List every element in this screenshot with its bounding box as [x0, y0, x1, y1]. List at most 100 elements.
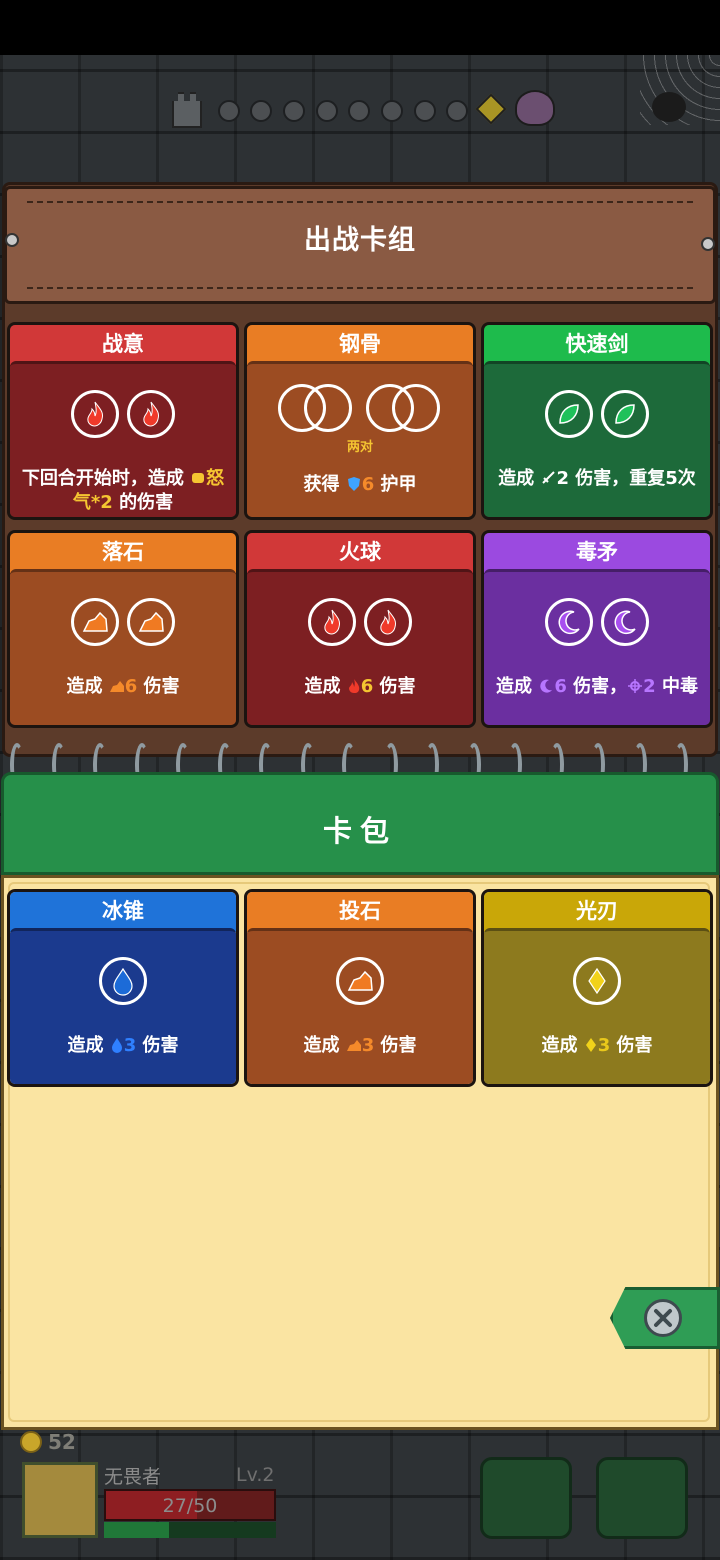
card-title: 光刃: [484, 892, 710, 932]
close-icon[interactable]: [644, 1299, 682, 1337]
fire-icon: [347, 678, 361, 700]
card-deck-1[interactable]: 钢骨两对获得 6 护甲: [244, 322, 476, 520]
card-deck-3[interactable]: 落石造成 6 伤害: [7, 530, 239, 728]
card-value: 3: [361, 1035, 375, 1056]
avatar[interactable]: [22, 1462, 98, 1538]
card-body: 造成 2 伤害，重复5次: [484, 361, 710, 517]
cards-button[interactable]: [596, 1457, 688, 1539]
water-drop-icon: [99, 957, 147, 1005]
card-value: 6: [360, 676, 374, 697]
card-text: 造成: [496, 676, 539, 697]
card-value: 6: [554, 676, 567, 697]
deck-title: 出战卡组: [304, 225, 416, 256]
card-deck-5[interactable]: 毒矛 造成 6 伤害， 2 中毒: [481, 530, 713, 728]
card-deck-4[interactable]: 火球造成 6 伤害: [244, 530, 476, 728]
ring-pair-icon: [366, 384, 442, 434]
diamond-icon: [573, 957, 621, 1005]
card-description: 下回合开始时，造成 怒气*2 的伤害: [16, 468, 230, 514]
card-text: 下回合开始时，造成: [21, 468, 191, 489]
card-text: 造成: [303, 1035, 346, 1056]
card-deck-0[interactable]: 战意 下回合开始时，造成 怒气*2 的伤害: [7, 322, 239, 520]
card-text: 伤害，重复5次: [569, 468, 696, 489]
fire-icon: [308, 598, 356, 646]
card-description: 造成 6 伤害， 2 中毒: [490, 676, 704, 700]
card-description: 造成 6 伤害: [253, 676, 467, 700]
card-text: 获得: [303, 474, 346, 495]
card-body: 造成 3 伤害: [10, 928, 236, 1084]
card-body: 下回合开始时，造成 怒气*2 的伤害: [10, 361, 236, 517]
card-text: 伤害: [610, 1035, 653, 1056]
xp-bar: [104, 1522, 276, 1538]
card-cost-icons: [10, 957, 236, 1005]
card-cost-icons: [247, 957, 473, 1005]
pack-title: 卡包: [322, 814, 397, 848]
gold-display: 52: [20, 1430, 76, 1454]
card-cost-icons: [484, 598, 710, 646]
stage-dot: [250, 100, 272, 122]
card-subtext: 两对: [346, 440, 373, 455]
fire-icon: [127, 390, 175, 438]
moon-icon: [545, 598, 593, 646]
card-value: 3: [123, 1035, 137, 1056]
card-value: 6: [124, 676, 138, 697]
fire-icon: [364, 598, 412, 646]
hp-text: 27/50: [162, 1495, 218, 1517]
sword-icon: [540, 470, 556, 492]
rock-icon: [336, 957, 384, 1005]
card-text: 伤害，: [566, 676, 628, 697]
card-text: 伤害: [374, 1035, 417, 1056]
card-value: 2: [556, 468, 569, 489]
card-description: 造成 3 伤害: [253, 1035, 467, 1059]
card-text: 护甲: [374, 474, 417, 495]
card-body: 造成 6 伤害， 2 中毒: [484, 569, 710, 725]
card-description: 造成 3 伤害: [490, 1035, 704, 1059]
player-level: Lv.2: [236, 1464, 275, 1486]
gold-count: 52: [48, 1430, 76, 1454]
card-description: 造成 6 伤害: [16, 676, 230, 700]
card-body: 造成 6 伤害: [10, 569, 236, 725]
stage-dot: [414, 100, 436, 122]
card-value: 6: [361, 474, 375, 495]
stage-progress-track: [170, 85, 570, 135]
card-pack-0[interactable]: 冰锥造成 3 伤害: [7, 889, 239, 1087]
hp-bar: 27/50: [104, 1489, 276, 1521]
card-deck-2[interactable]: 快速剑 造成 2 伤害，重复5次: [481, 322, 713, 520]
rock-icon: [109, 678, 125, 700]
card-body: 造成 3 伤害: [484, 928, 710, 1084]
moon-icon: [601, 598, 649, 646]
card-cost-icons: [247, 598, 473, 646]
gold-coin-icon: [20, 1431, 42, 1453]
card-text: 造成: [66, 676, 109, 697]
card-body: 两对获得 6 护甲: [247, 361, 473, 517]
fist-icon: [190, 470, 206, 492]
card-text: 造成: [498, 468, 541, 489]
card-title: 落石: [10, 533, 236, 573]
card-cost-icons: [10, 598, 236, 646]
stage-dot: [316, 100, 338, 122]
card-body: 造成 3 伤害: [247, 928, 473, 1084]
card-text: 伤害: [373, 676, 416, 697]
card-cost-icons: [247, 384, 473, 434]
rock-icon: [127, 598, 175, 646]
card-text: 伤害: [137, 676, 180, 697]
card-title: 火球: [247, 533, 473, 573]
card-title: 冰锥: [10, 892, 236, 932]
card-body: 造成 6 伤害: [247, 569, 473, 725]
leaf-icon: [545, 390, 593, 438]
card-pack-1[interactable]: 投石 造成 3 伤害: [244, 889, 476, 1087]
card-text: 伤害: [136, 1035, 179, 1056]
card-title: 钢骨: [247, 325, 473, 365]
card-description: 造成 3 伤害: [16, 1035, 230, 1059]
card-value: 2: [643, 676, 656, 697]
card-title: 毒矛: [484, 533, 710, 573]
card-text: 造成: [541, 1035, 584, 1056]
poison-icon: [627, 678, 643, 700]
stage-dot: [283, 100, 305, 122]
card-text: 造成: [304, 676, 347, 697]
fire-icon: [71, 390, 119, 438]
boss-skull-icon: [515, 90, 555, 126]
card-pack-2[interactable]: 光刃造成 3 伤害: [481, 889, 713, 1087]
diamond-icon: [584, 1037, 598, 1059]
xp-fill: [104, 1522, 170, 1538]
equipment-button[interactable]: [480, 1457, 572, 1539]
